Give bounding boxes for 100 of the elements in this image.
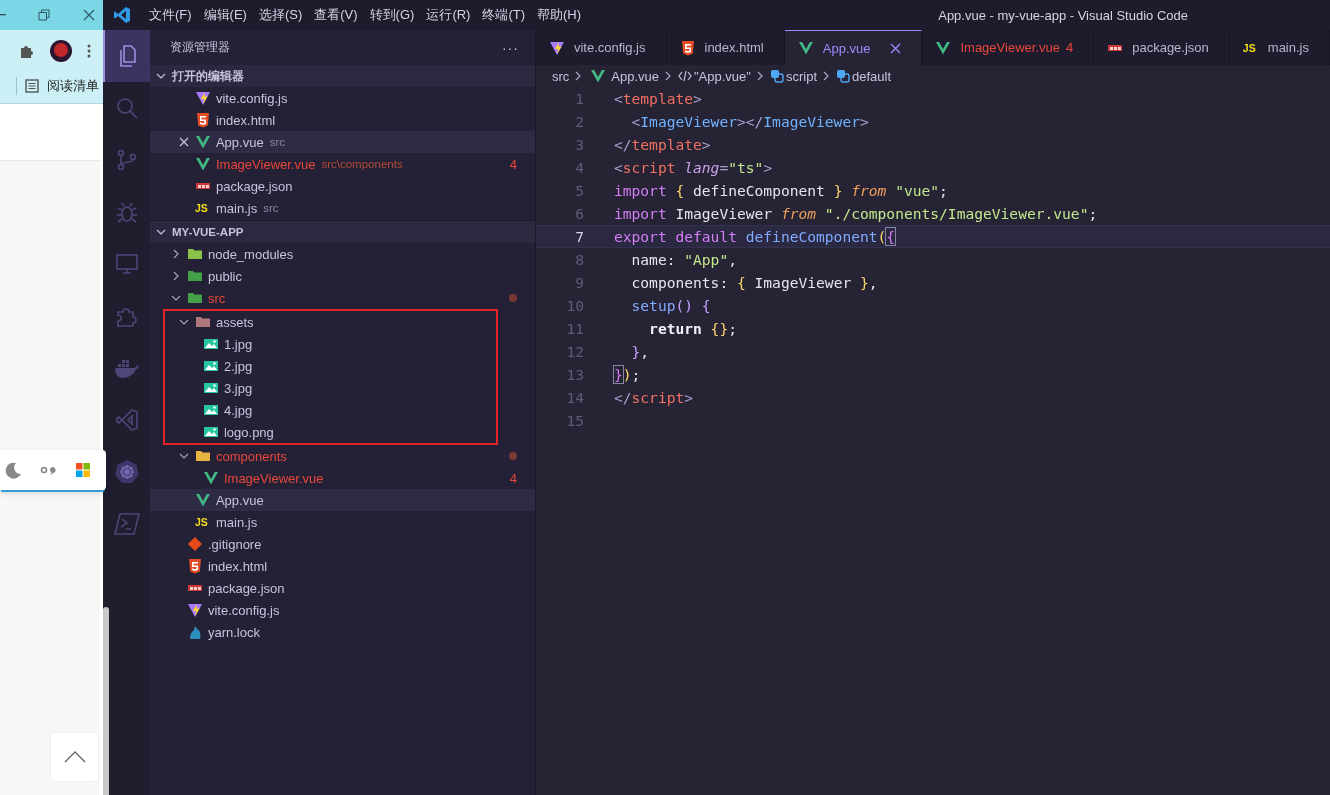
monitor-icon	[115, 252, 140, 276]
line-number: 1	[574, 90, 584, 107]
minimize-icon[interactable]	[0, 14, 6, 16]
cube-icon	[769, 69, 784, 83]
tree-item[interactable]: 4.jpg	[164, 399, 496, 421]
editor-tab[interactable]: ImageViewer.vue 4	[922, 30, 1095, 65]
line-number: 7	[574, 228, 584, 245]
tree-item[interactable]: components	[149, 445, 535, 467]
menu-item[interactable]: 选择(S)	[252, 6, 309, 24]
tree-item[interactable]: .gitignore	[149, 533, 535, 555]
tree-item[interactable]: src	[149, 287, 535, 309]
tree-item[interactable]: App.vue	[149, 489, 535, 511]
tree-item[interactable]: assets	[164, 311, 496, 333]
tree-item[interactable]: yarn.lock	[149, 621, 535, 643]
js-icon: JS	[194, 202, 211, 214]
code-line: components: { ImageViewer },	[630, 274, 878, 291]
menu-item[interactable]: 查看(V)	[308, 6, 364, 24]
quote-icon	[40, 465, 58, 475]
code-line: setup() {	[630, 297, 711, 314]
whale-icon	[114, 357, 141, 379]
shield-icon	[186, 558, 203, 574]
v-shape-icon	[194, 134, 211, 150]
js-icon: JS	[1242, 41, 1259, 54]
menu-item[interactable]: 转到(G)	[363, 6, 421, 24]
chevron-right-icon	[823, 71, 830, 81]
open-editor-item[interactable]: vite.config.js	[149, 87, 535, 109]
breadcrumb-item[interactable]: App.vue	[588, 68, 659, 84]
bowtie-icon	[115, 408, 140, 432]
open-editor-item[interactable]: package.json	[149, 175, 535, 197]
section-header[interactable]: 打开的编辑器	[149, 65, 535, 87]
folder-icon	[186, 268, 203, 284]
section-header[interactable]: MY-VUE-APP	[149, 220, 535, 243]
v-shape-icon	[194, 492, 211, 508]
restore-icon[interactable]	[38, 9, 50, 21]
tree-item[interactable]: 3.jpg	[164, 377, 496, 399]
image-icon	[202, 336, 219, 352]
code-line: </script>	[613, 389, 694, 406]
avatar-icon[interactable]	[50, 40, 72, 62]
image-icon	[202, 358, 219, 374]
app-logo-icon	[112, 6, 131, 24]
menu-item[interactable]: 运行(R)	[420, 6, 477, 24]
line-number: 9	[574, 274, 584, 291]
tree-item[interactable]: 2.jpg	[164, 355, 496, 377]
js-icon: JS	[194, 516, 211, 528]
scrollbar-thumb[interactable]	[103, 607, 109, 795]
tree-item[interactable]: 1.jpg	[164, 333, 496, 355]
tree-item[interactable]: vite.config.js	[149, 599, 535, 621]
editor-tab[interactable]: vite.config.js	[535, 30, 667, 65]
moon-icon	[4, 461, 22, 479]
breadcrumb-item[interactable]: default	[836, 68, 892, 84]
open-editor-item[interactable]: index.html	[149, 109, 535, 131]
reading-list-button[interactable]: 阅读清单	[17, 77, 99, 95]
explorer-title: 资源管理器	[169, 39, 230, 56]
caret-up-icon	[63, 751, 86, 763]
chevron-right-icon	[575, 71, 583, 81]
open-editor-item[interactable]: ImageViewer.vue src\components 4	[149, 153, 535, 175]
menu-item[interactable]: 终端(T)	[476, 6, 532, 24]
code-line: return {};	[648, 320, 737, 337]
editor-tab[interactable]: index.html	[666, 30, 785, 65]
open-editor-item[interactable]: JS main.js src	[149, 197, 535, 219]
line-number: 12	[565, 343, 584, 360]
line-number: 3	[574, 136, 584, 153]
menu-item[interactable]: 帮助(H)	[531, 6, 588, 24]
line-number: 6	[574, 205, 584, 222]
code-line: <template>	[613, 90, 702, 107]
open-editor-item[interactable]: App.vue src	[149, 131, 535, 153]
tree-item[interactable]: package.json	[149, 577, 535, 599]
code-line: import { defineComponent } from "vue";	[613, 182, 948, 199]
tree-item[interactable]: logo.png	[164, 421, 496, 443]
tree-item[interactable]: JS main.js	[149, 511, 535, 533]
more-actions-button[interactable]: ···	[501, 39, 519, 56]
v-shape-icon	[194, 156, 211, 172]
editor-tab[interactable]: JS main.js	[1229, 30, 1330, 65]
close-icon[interactable]	[890, 42, 902, 54]
editor-tab[interactable]: App.vue	[784, 30, 923, 65]
bug-icon	[115, 200, 140, 224]
line-number: 8	[574, 251, 584, 268]
tree-item[interactable]: node_modules	[149, 243, 535, 265]
lightning-icon	[548, 39, 565, 56]
puzzle-icon[interactable]	[19, 43, 35, 59]
code-line: import ImageViewer from "./components/ImageViewer.vue";	[613, 205, 1098, 222]
chevron-right-icon	[665, 71, 672, 81]
editor-tab[interactable]: package.json	[1094, 30, 1230, 65]
tree-item[interactable]: ImageViewer.vue 4	[149, 467, 535, 489]
line-number: 15	[565, 412, 584, 429]
code-line: export default defineComponent({	[613, 228, 896, 245]
breadcrumb-item[interactable]: script	[769, 68, 817, 84]
tree-item[interactable]: index.html	[149, 555, 535, 577]
activity-bar-item[interactable]	[102, 30, 150, 82]
line-number: 5	[574, 182, 584, 199]
menu-item[interactable]: 编辑(E)	[197, 6, 253, 24]
menu-item[interactable]: 文件(F)	[142, 6, 198, 24]
line-number: 4	[574, 159, 584, 176]
tree-item[interactable]: public	[149, 265, 535, 287]
line-number: 10	[565, 297, 584, 314]
close-icon[interactable]	[83, 9, 95, 21]
more-icon[interactable]	[87, 44, 91, 58]
breadcrumb-item[interactable]: src	[551, 68, 570, 84]
image-icon	[202, 402, 219, 418]
breadcrumb-item[interactable]: "App.vue"	[678, 68, 751, 84]
